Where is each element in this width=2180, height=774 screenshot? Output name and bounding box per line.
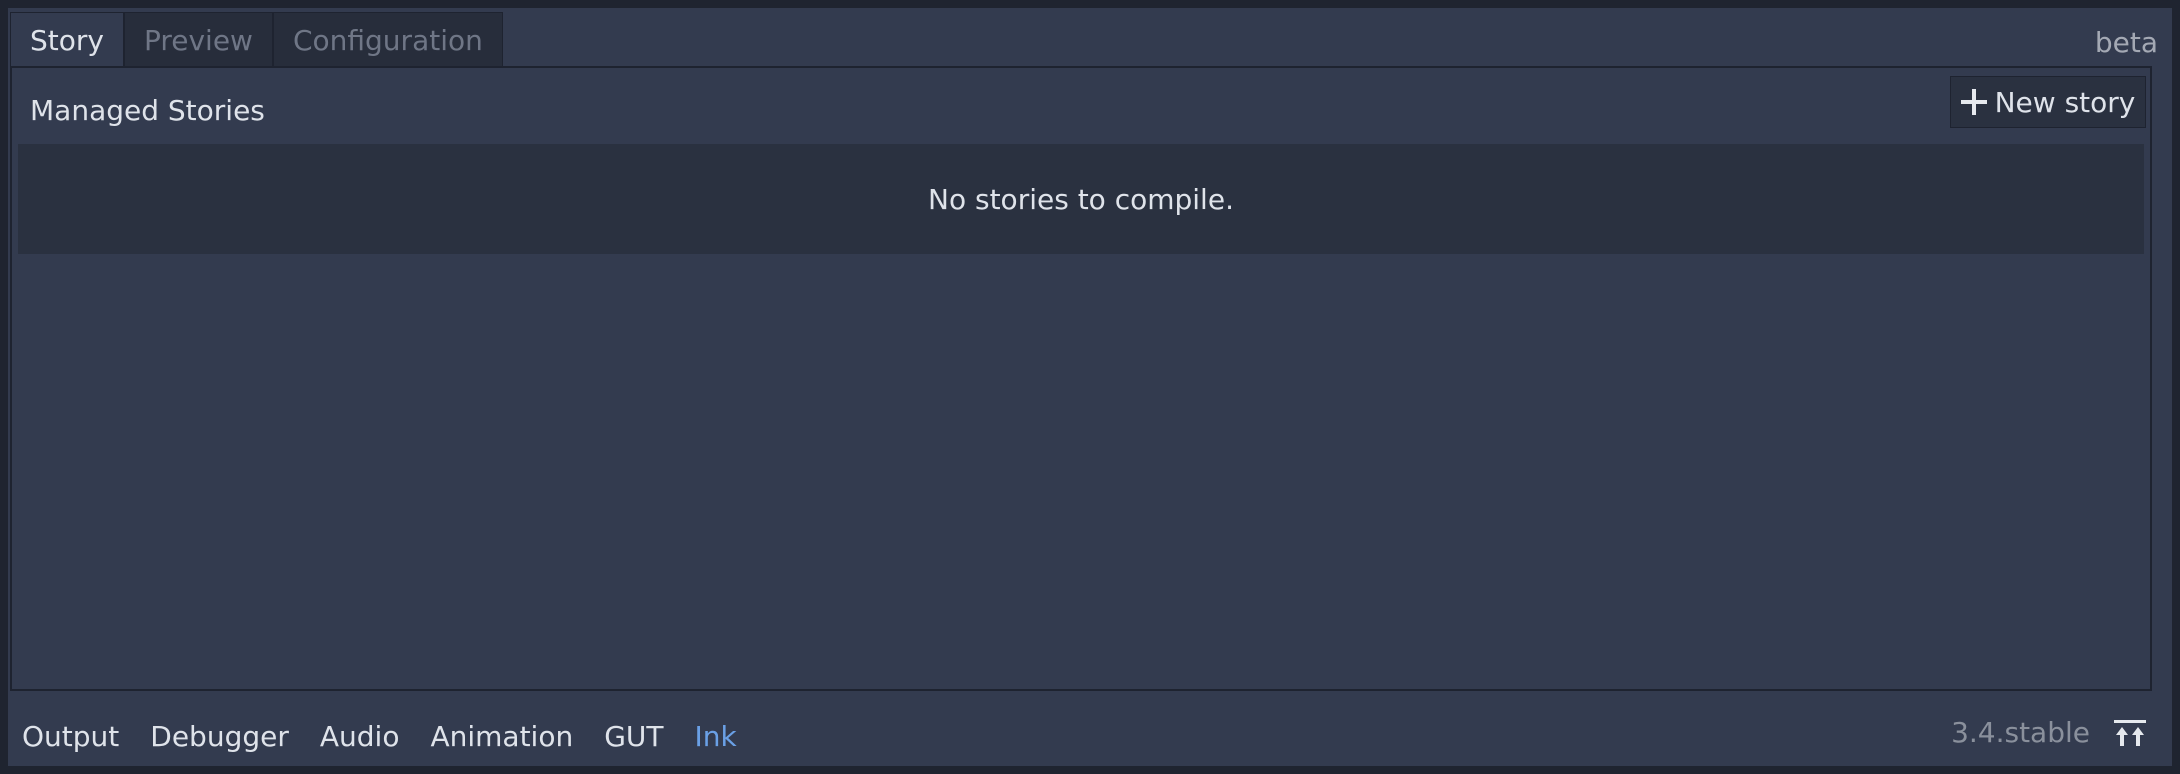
new-story-button[interactable]: New story (1950, 76, 2146, 128)
tab-preview[interactable]: Preview (123, 12, 273, 68)
beta-label: beta (2094, 26, 2158, 59)
bottom-tab-gut[interactable]: GUT (604, 720, 663, 753)
tab-story[interactable]: Story (10, 12, 124, 68)
story-panel: Managed Stories New story No stories to … (10, 66, 2152, 691)
managed-stories-title: Managed Stories (30, 94, 265, 127)
expand-bottom-panel-icon[interactable] (2112, 718, 2148, 748)
bottom-tab-animation[interactable]: Animation (430, 720, 573, 753)
bottom-tab-debugger[interactable]: Debugger (150, 720, 289, 753)
tab-configuration[interactable]: Configuration (272, 12, 503, 68)
empty-state-message: No stories to compile. (928, 182, 1234, 216)
bottom-tab-ink[interactable]: Ink (695, 720, 737, 753)
plus-icon (1960, 89, 1987, 115)
stories-list: No stories to compile. (18, 144, 2144, 254)
top-tab-bar: Story Preview Configuration (10, 12, 503, 70)
new-story-label: New story (1994, 85, 2136, 119)
bottom-panel-tabs: Output Debugger Audio Animation GUT Ink (22, 716, 768, 756)
bottom-tab-output[interactable]: Output (22, 720, 119, 753)
engine-version-label: 3.4.stable (1951, 716, 2090, 749)
bottom-tab-audio[interactable]: Audio (320, 720, 400, 753)
